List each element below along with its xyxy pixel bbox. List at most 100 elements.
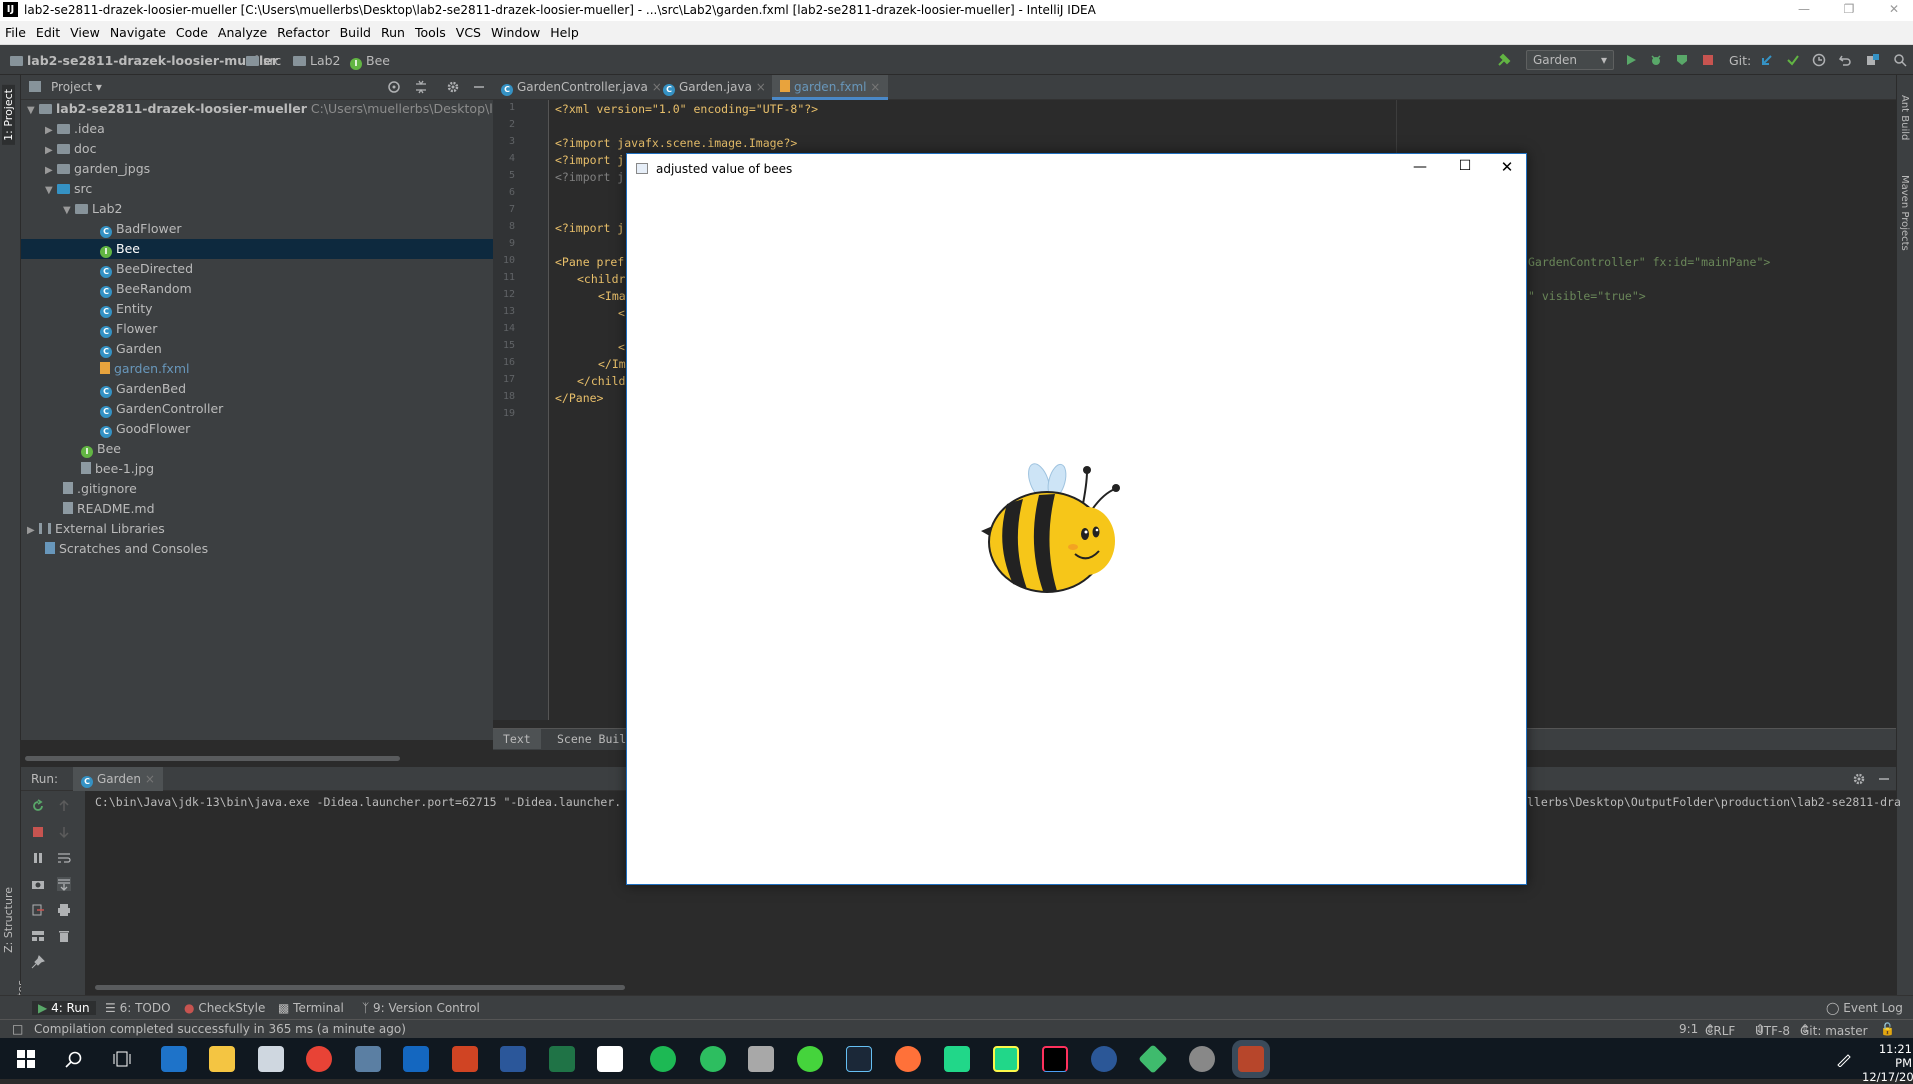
locate-icon[interactable] <box>387 80 401 94</box>
project-view-selector[interactable]: Project ▾ <box>51 80 102 94</box>
pen-icon[interactable] <box>1836 1051 1852 1067</box>
layout-icon[interactable] <box>31 929 45 943</box>
hide-panel-icon[interactable] <box>472 80 486 94</box>
soft-wrap-icon[interactable] <box>57 851 71 865</box>
chrome-icon[interactable] <box>306 1046 332 1072</box>
search-everywhere-icon[interactable] <box>1893 53 1907 67</box>
gear-icon[interactable] <box>446 80 460 94</box>
exit-icon[interactable] <box>31 903 45 917</box>
console-output[interactable]: C:\bin\Java\jdk-13\bin\java.exe -Didea.l… <box>95 795 621 809</box>
vcs-update-icon[interactable] <box>1760 53 1774 67</box>
tool-tab-terminal[interactable]: ▩ Terminal <box>278 1001 344 1015</box>
tool-tab-event-log[interactable]: ◯ Event Log <box>1826 1001 1903 1015</box>
lock-icon[interactable]: 🔓 <box>1880 1022 1895 1036</box>
steam-icon[interactable] <box>846 1046 872 1072</box>
menu-build[interactable]: Build <box>335 21 376 44</box>
down-arrow-icon[interactable] <box>57 825 71 839</box>
run-configuration-select[interactable]: Garden ▾ <box>1526 50 1614 70</box>
windows-start-icon[interactable] <box>17 1050 35 1068</box>
menu-file[interactable]: File <box>0 21 31 44</box>
webstorm-icon[interactable] <box>944 1046 970 1072</box>
menu-analyze[interactable]: Analyze <box>213 21 272 44</box>
horizontal-scrollbar[interactable] <box>25 756 400 761</box>
project-structure-icon[interactable] <box>1866 53 1880 67</box>
up-arrow-icon[interactable] <box>57 799 71 813</box>
tree-item-doc[interactable]: ▶ doc <box>21 139 493 159</box>
tree-item-flower[interactable]: C Flower <box>21 319 493 339</box>
tree-item-src[interactable]: ▼ src <box>21 179 493 199</box>
status-toggle-icon[interactable]: □ <box>12 1022 23 1036</box>
vcs-commit-icon[interactable] <box>1786 53 1800 67</box>
firefox-icon[interactable] <box>895 1046 921 1072</box>
close-tab-icon[interactable]: × <box>756 80 766 94</box>
tree-item-garden[interactable]: C Garden <box>21 339 493 359</box>
tree-item-idea[interactable]: ▶ .idea <box>21 119 493 139</box>
tree-item-bee-interface[interactable]: I Bee <box>21 439 493 459</box>
javafx-window[interactable]: adjusted value of bees — ☐ ✕ <box>626 153 1527 885</box>
tool-tab-todo[interactable]: ☰ 6: TODO <box>105 1001 171 1015</box>
tab-garden-fxml[interactable]: garden.fxml × <box>772 75 889 100</box>
xbox-icon[interactable] <box>797 1046 823 1072</box>
git-icon[interactable] <box>1138 1044 1168 1074</box>
tree-item-badflower[interactable]: C BadFlower <box>21 219 493 239</box>
powerpoint-icon[interactable] <box>452 1046 478 1072</box>
tree-item-goodflower[interactable]: C GoodFlower <box>21 419 493 439</box>
close-tab-icon[interactable]: × <box>145 772 155 786</box>
file-explorer-icon[interactable] <box>209 1046 235 1072</box>
outlook-icon[interactable] <box>403 1046 429 1072</box>
breadcrumb-bee[interactable]: I Bee <box>350 53 390 70</box>
collapse-all-icon[interactable] <box>414 80 428 94</box>
menu-vcs[interactable]: VCS <box>451 21 486 44</box>
tree-item-entity[interactable]: C Entity <box>21 299 493 319</box>
gear-icon[interactable] <box>1852 772 1866 786</box>
breadcrumb-project[interactable]: lab2-se2811-drazek-loosier-mueller <box>10 53 278 68</box>
rerun-icon[interactable] <box>31 799 45 813</box>
git-branch[interactable]: Git: master ⇕ <box>1800 1022 1868 1038</box>
evernote-icon[interactable] <box>700 1046 726 1072</box>
tree-root[interactable]: ▼ lab2-se2811-drazek-loosier-mueller C:\U… <box>21 99 579 119</box>
pause-icon[interactable] <box>31 851 45 865</box>
breadcrumb-src[interactable]: src <box>246 53 281 68</box>
scroll-to-end-icon[interactable] <box>57 877 71 891</box>
trash-icon[interactable] <box>57 929 71 943</box>
tree-item-external-libraries[interactable]: ▶ External Libraries <box>21 519 493 539</box>
tool-tab-ant-build[interactable]: Ant Build <box>1899 95 1910 140</box>
app-icon[interactable] <box>355 1046 381 1072</box>
task-view-icon[interactable] <box>113 1050 131 1068</box>
stop-icon[interactable] <box>1701 53 1715 67</box>
tree-item-garden-fxml[interactable]: garden.fxml <box>21 359 493 379</box>
tree-item-garden-jpgs[interactable]: ▶ garden_jpgs <box>21 159 493 179</box>
run-icon[interactable] <box>1624 53 1638 67</box>
menu-edit[interactable]: Edit <box>31 21 65 44</box>
camera-icon[interactable] <box>31 877 45 891</box>
clock[interactable]: 11:21 PM12/17/201 <box>1862 1042 1913 1084</box>
line-separator[interactable]: CRLF ⇕ <box>1705 1022 1735 1038</box>
restore-button[interactable]: ❐ <box>1832 0 1866 21</box>
tree-item-gitignore[interactable]: .gitignore <box>21 479 493 499</box>
tree-item-readme[interactable]: README.md <box>21 499 493 519</box>
hide-panel-icon[interactable] <box>1877 772 1891 786</box>
menu-tools[interactable]: Tools <box>410 21 451 44</box>
excel-icon[interactable] <box>549 1046 575 1072</box>
tool-tab-version-control[interactable]: ᛉ 9: Version Control <box>362 1001 480 1015</box>
close-tab-icon[interactable]: × <box>870 80 880 94</box>
tree-item-gardencontroller[interactable]: C GardenController <box>21 399 493 419</box>
tool-tab-structure[interactable]: Z: Structure <box>2 887 15 953</box>
menu-code[interactable]: Code <box>171 21 213 44</box>
pin-icon[interactable] <box>31 955 45 969</box>
file-encoding[interactable]: UTF-8 ⇕ <box>1755 1022 1790 1038</box>
menu-refactor[interactable]: Refactor <box>272 21 334 44</box>
stop-icon[interactable] <box>31 825 45 839</box>
tree-item-gardenbed[interactable]: C GardenBed <box>21 379 493 399</box>
settings-gear-icon[interactable] <box>1189 1046 1215 1072</box>
coverage-icon[interactable] <box>1675 53 1689 67</box>
popup-close-button[interactable]: ✕ <box>1492 158 1522 176</box>
menu-run[interactable]: Run <box>376 21 410 44</box>
close-button[interactable]: ✕ <box>1877 0 1911 21</box>
spotify-icon[interactable] <box>650 1046 676 1072</box>
build-hammer-icon[interactable] <box>1497 53 1511 67</box>
tree-item-beedirected[interactable]: C BeeDirected <box>21 259 493 279</box>
tree-item-beerandom[interactable]: C BeeRandom <box>21 279 493 299</box>
menu-help[interactable]: Help <box>545 21 584 44</box>
tool-tab-run[interactable]: ▶ 4: Run <box>32 1001 96 1015</box>
